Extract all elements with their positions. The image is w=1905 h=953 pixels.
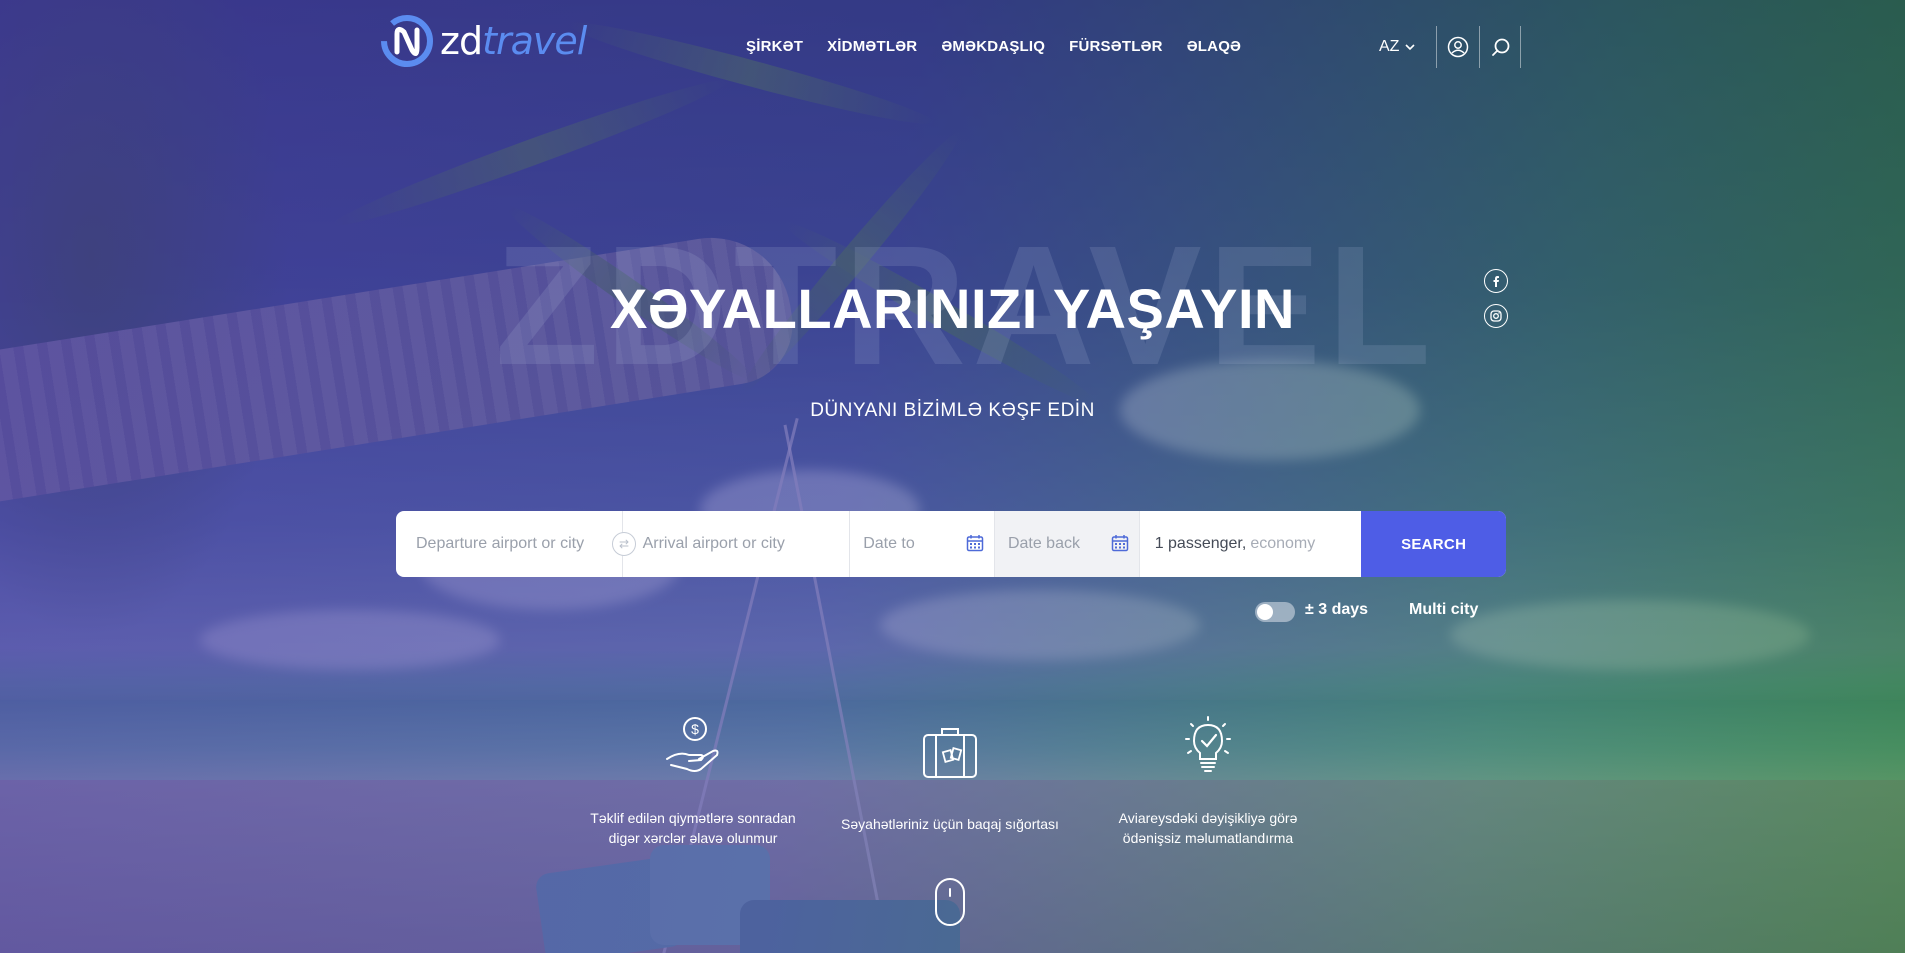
nav-item-opportunities[interactable]: FÜRSƏTLƏR [1069,38,1163,55]
arrival-input[interactable]: Arrival airport or city [643,535,785,553]
chevron-down-icon [1405,44,1416,51]
search-icon[interactable] [1490,36,1512,58]
date-back-field[interactable]: Date back [994,511,1140,577]
flex-days-label[interactable]: ± 3 days [1305,601,1368,619]
multi-city-link[interactable]: Multi city [1409,601,1478,619]
passenger-count: 1 passenger, [1154,535,1247,552]
nav-item-company[interactable]: ŞİRKƏT [746,38,803,55]
feature-text: digər xərclər əlavə olunmur [608,830,778,846]
calendar-icon[interactable] [1111,534,1129,552]
main-nav: ŞİRKƏT XİDMƏTLƏR ƏMƏKDAŞLIQ FÜRSƏTLƏR ƏL… [746,38,1241,55]
date-back-input[interactable]: Date back [1008,535,1080,553]
user-account-icon[interactable] [1447,36,1469,58]
nav-item-cooperation[interactable]: ƏMƏKDAŞLIQ [941,38,1045,55]
site-logo[interactable]: zdtravel [380,14,587,68]
logo-mark-icon [381,15,433,67]
feature-text: Təklif edilən qiymətlərə sonradan [590,810,796,826]
feature-text: Aviareysdəki dəyişikliyə görə [1118,810,1298,826]
money-hand-icon: $ [666,717,719,772]
hero-subtitle: DÜNYANI BİZİMLƏ KƏŞF EDİN [810,400,1095,421]
departure-input[interactable]: Departure airport or city [416,535,584,553]
logo-wordmark: zdtravel [440,19,587,63]
swap-airports-icon[interactable]: ⇄ [612,532,636,556]
lightbulb-check-icon [1185,716,1231,772]
header-divider [1436,26,1437,68]
feature-text: Səyahətləriniz üçün baqaj sığortası [841,816,1059,832]
feature-text: ödənişsiz məlumatlandırma [1122,830,1294,846]
luggage-icon [923,728,977,778]
feature-no-hidden-fees: $ Təklif edilən qiymətlərə sonradan digə… [573,715,813,848]
flight-search-form: Departure airport or city ⇄ Arrival airp… [396,511,1506,577]
language-selector[interactable]: AZ [1379,38,1416,56]
site-header: zdtravel ŞİRKƏT XİDMƏTLƏR ƏMƏKDAŞLIQ FÜR… [0,0,1905,95]
facebook-icon[interactable] [1484,269,1508,293]
search-button[interactable]: SEARCH [1361,511,1506,577]
header-divider [1520,26,1521,68]
passengers-selector[interactable]: 1 passenger, economy [1140,511,1362,577]
logo-text-travel: travel [482,19,587,63]
arrival-field[interactable]: Arrival airport or city [623,511,851,577]
header-divider [1479,26,1480,68]
hero-title: XƏYALLARINIZI YAŞAYIN [610,277,1295,340]
cabin-class: economy [1250,535,1316,552]
svg-text:$: $ [691,721,699,737]
nav-item-contact[interactable]: ƏLAQƏ [1187,38,1241,55]
departure-field[interactable]: Departure airport or city ⇄ [396,511,636,577]
nav-item-services[interactable]: XİDMƏTLƏR [827,38,917,55]
instagram-icon[interactable] [1484,304,1508,328]
date-to-input[interactable]: Date to [863,535,915,553]
feature-baggage-insurance: Səyahətləriniz üçün baqaj sığortası [830,715,1070,834]
calendar-icon[interactable] [966,534,984,552]
date-to-field[interactable]: Date to [850,511,995,577]
language-label: AZ [1379,38,1400,55]
flex-days-toggle[interactable] [1255,602,1295,622]
scroll-down-mouse-icon[interactable] [935,878,965,926]
logo-text-zd: zd [440,19,483,63]
feature-free-notifications: Aviareysdəki dəyişikliyə görə ödənişsiz … [1088,715,1328,848]
